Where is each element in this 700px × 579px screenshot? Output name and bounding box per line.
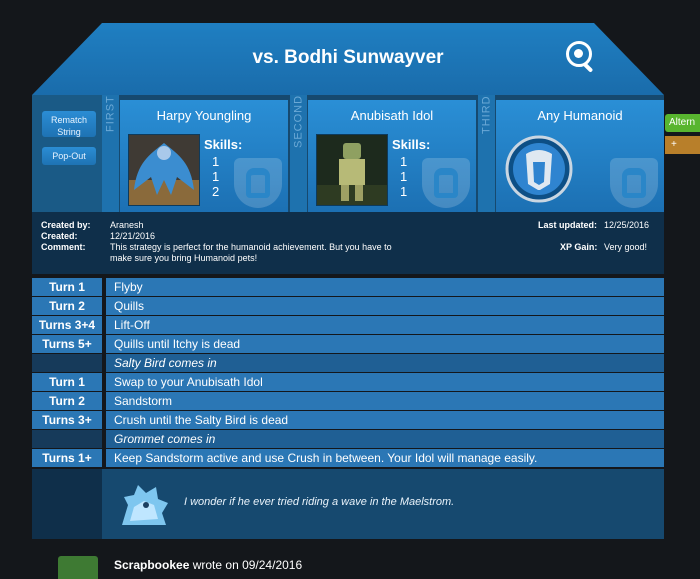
anubisath-idol-image (316, 134, 388, 206)
pet-slot-2: SECOND Anubisath Idol Skills: 1 1 1 (290, 95, 478, 212)
turn-action: Grommet comes in (106, 430, 664, 448)
turn-number: Turn 2 (32, 297, 102, 315)
created-by-value[interactable]: Aranesh (110, 220, 144, 230)
humanoid-family-icon (610, 158, 658, 208)
turn-number (32, 354, 102, 372)
search-magnifier-icon[interactable] (566, 41, 592, 67)
turn-number: Turn 1 (32, 278, 102, 296)
popout-button[interactable]: Pop-Out (42, 147, 96, 165)
turn-row: Turns 5+ Quills until Itchy is dead (32, 335, 664, 354)
quote-spacer (32, 469, 102, 539)
turn-number: Turns 5+ (32, 335, 102, 353)
turn-action: Flyby (106, 278, 664, 296)
header: vs. Bodhi Sunwayver (32, 23, 664, 95)
turn-action: Sandstorm (106, 392, 664, 410)
turn-action: Crush until the Salty Bird is dead (106, 411, 664, 429)
harpy-youngling-image (128, 134, 200, 206)
comment-value: This strategy is perfect for the humanoi… (110, 242, 392, 263)
pet-name[interactable]: Harpy Youngling (120, 108, 288, 123)
turn-row: Turn 2 Sandstorm (32, 392, 664, 411)
xp-gain-value: Very good! (604, 242, 648, 252)
skill-choice-2: 1 (400, 169, 408, 184)
strategy-panel: vs. Bodhi Sunwayver Rematch String Pop-O… (32, 23, 664, 539)
pet-card[interactable]: Anubisath Idol Skills: 1 1 1 (308, 100, 476, 212)
alternatives-tab[interactable]: Altern (665, 114, 700, 132)
turn-row: Turns 3+4 Lift-Off (32, 316, 664, 335)
turn-row: Turns 1+ Keep Sandstorm active and use Cr… (32, 449, 664, 468)
skills-label: Skills: (204, 137, 243, 152)
created-label: Created: (41, 231, 78, 241)
turn-number: Turn 2 (32, 392, 102, 410)
avatar (58, 556, 98, 579)
grommet-pet-icon (116, 475, 174, 533)
turn-action: Keep Sandstorm active and use Crush in b… (106, 449, 664, 467)
pet-name[interactable]: Anubisath Idol (308, 108, 476, 123)
created-by-label: Created by: (41, 220, 91, 230)
comment-label: Comment: (41, 242, 86, 252)
comment-entry: Scrapbookee wrote on 09/24/2016 (58, 556, 700, 579)
pet-slot-ordinal: SECOND (290, 95, 307, 212)
pet-slot-ordinal: THIRD (478, 95, 495, 212)
pet-card[interactable]: Harpy Youngling Skills: 1 1 2 (120, 100, 288, 212)
created-value: 12/21/2016 (110, 231, 156, 241)
quote-text: I wonder if he ever tried riding a wave … (184, 496, 455, 508)
turn-row: Turn 2 Quills (32, 297, 664, 316)
turn-number (32, 430, 102, 448)
turn-number: Turns 3+4 (32, 316, 102, 334)
skill-choice-3: 1 (400, 184, 408, 199)
turn-action: Swap to your Anubisath Idol (106, 373, 664, 391)
last-updated-label: Last updated: (538, 220, 598, 230)
rematch-string-button[interactable]: Rematch String (42, 111, 96, 137)
comment-header: Scrapbookee wrote on 09/24/2016 (114, 558, 302, 572)
turn-action: Lift-Off (106, 316, 664, 334)
turn-number: Turns 3+ (32, 411, 102, 429)
comment-author[interactable]: Scrapbookee (114, 558, 189, 572)
turn-row: Turn 1 Flyby (32, 278, 664, 297)
pet-name: Any Humanoid (537, 108, 623, 123)
humanoid-family-icon (422, 158, 470, 208)
pet-slot-ordinal: FIRST (102, 95, 119, 212)
turn-action: Quills until Itchy is dead (106, 335, 664, 353)
turn-number: Turns 1+ (32, 449, 102, 467)
turn-row: Salty Bird comes in (32, 354, 664, 373)
turn-list: Turn 1 Flyby Turn 2 Quills Turns 3+4 Lift-Off… (32, 278, 664, 468)
last-updated-value: 12/25/2016 (604, 220, 650, 230)
skill-choice-3: 2 (212, 184, 220, 199)
pet-card: Any Humanoid (496, 100, 664, 212)
humanoid-family-icon (234, 158, 282, 208)
skill-choice-1: 1 (400, 154, 408, 169)
xp-gain-label: XP Gain: (560, 242, 598, 252)
skill-choice-2: 1 (212, 169, 220, 184)
turn-row: Grommet comes in (32, 430, 664, 449)
pet-slot-3: THIRD Any Humanoid (478, 95, 664, 212)
pet-lineup: Rematch String Pop-Out FIRST Harpy Young… (32, 95, 664, 212)
pet-slot-1: FIRST Harpy Youngling Skills: 1 1 2 (102, 95, 290, 212)
skills-label: Skills: (392, 137, 431, 152)
turn-number: Turn 1 (32, 373, 102, 391)
strategy-actions: Rematch String Pop-Out (32, 95, 102, 212)
turn-row: Turn 1 Swap to your Anubisath Idol (32, 373, 664, 392)
comment-date: wrote on 09/24/2016 (192, 558, 303, 572)
pet-quote: I wonder if he ever tried riding a wave … (32, 469, 664, 539)
strategy-meta: Created by: Aranesh Created: 12/21/2016 … (32, 212, 664, 274)
turn-action: Quills (106, 297, 664, 315)
turn-row: Turns 3+ Crush until the Salty Bird is de… (32, 411, 664, 430)
turn-action: Salty Bird comes in (106, 354, 664, 372)
skill-choice-1: 1 (212, 154, 220, 169)
humanoid-family-badge-icon (504, 134, 574, 204)
add-tab[interactable]: + (665, 136, 700, 154)
